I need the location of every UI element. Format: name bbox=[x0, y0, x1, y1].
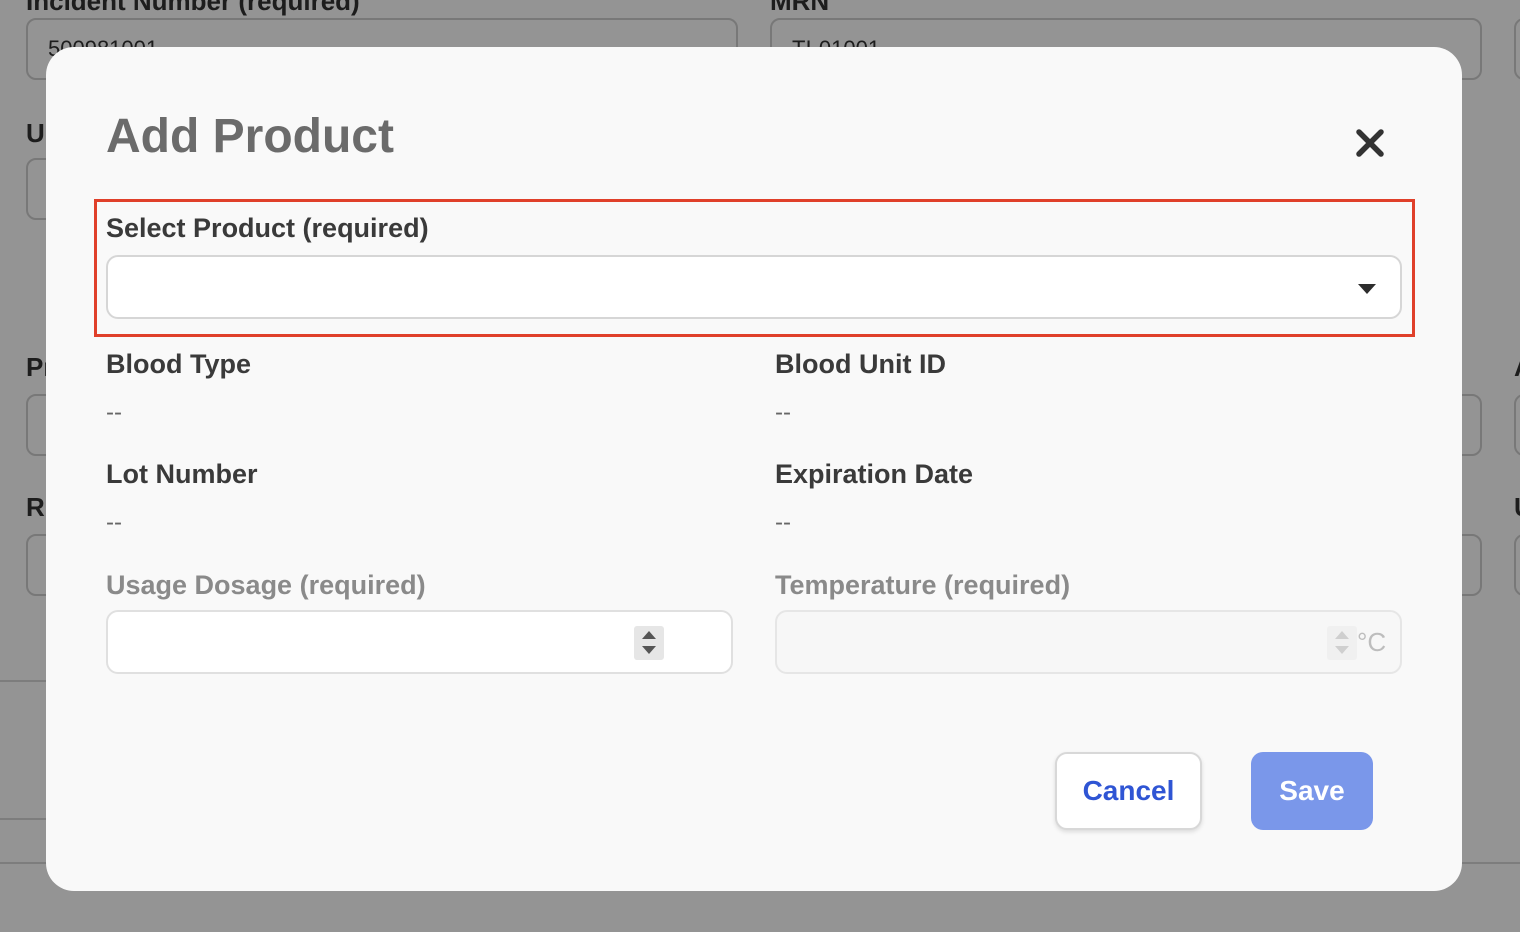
lot-number-value: -- bbox=[106, 509, 122, 536]
modal-title: Add Product bbox=[106, 110, 394, 163]
select-product-dropdown[interactable] bbox=[106, 255, 1402, 319]
temperature-label: Temperature (required) bbox=[775, 570, 1071, 600]
add-product-modal: Add Product Select Product (required) Bl… bbox=[46, 47, 1462, 891]
temperature-input[interactable]: °C bbox=[775, 610, 1402, 674]
usage-dosage-input[interactable] bbox=[106, 610, 733, 674]
temperature-stepper[interactable] bbox=[1327, 626, 1357, 660]
blood-type-label: Blood Type bbox=[106, 349, 251, 379]
stepper-down-icon[interactable] bbox=[642, 646, 656, 654]
lot-number-label: Lot Number bbox=[106, 459, 258, 489]
close-button[interactable] bbox=[1348, 121, 1392, 165]
expiration-date-label: Expiration Date bbox=[775, 459, 974, 489]
caret-down-icon bbox=[1358, 284, 1376, 294]
stepper-up-icon[interactable] bbox=[1335, 631, 1349, 639]
cancel-button[interactable]: Cancel bbox=[1055, 752, 1202, 830]
blood-unit-id-value: -- bbox=[775, 399, 791, 426]
usage-dosage-label: Usage Dosage (required) bbox=[106, 570, 426, 600]
expiration-date-value: -- bbox=[775, 509, 791, 536]
save-button[interactable]: Save bbox=[1251, 752, 1373, 830]
stepper-down-icon[interactable] bbox=[1335, 646, 1349, 654]
page-root: Incident Number (required) 500981001 MRN… bbox=[0, 0, 1520, 932]
blood-unit-id-label: Blood Unit ID bbox=[775, 349, 946, 379]
stepper-up-icon[interactable] bbox=[642, 631, 656, 639]
close-icon bbox=[1356, 129, 1384, 157]
temperature-unit: °C bbox=[1357, 627, 1387, 657]
select-product-label: Select Product (required) bbox=[106, 213, 429, 243]
usage-dosage-stepper[interactable] bbox=[634, 626, 664, 660]
blood-type-value: -- bbox=[106, 399, 122, 426]
